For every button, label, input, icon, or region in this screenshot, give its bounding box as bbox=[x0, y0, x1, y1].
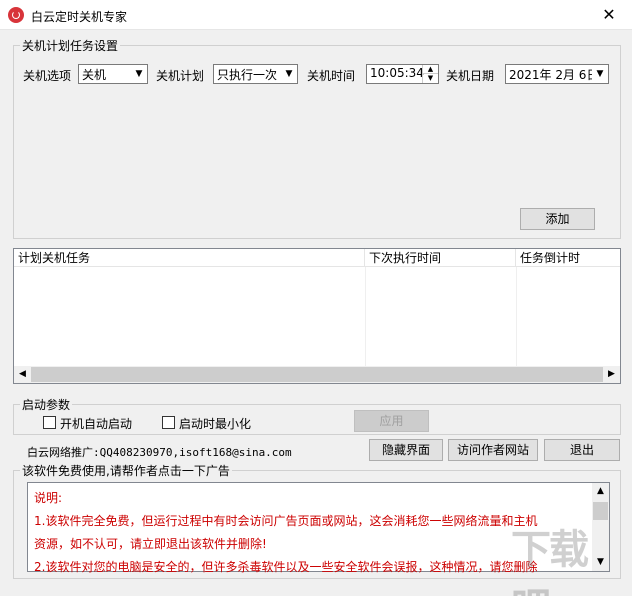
notice-line: 说明: bbox=[34, 491, 63, 505]
shutdown-date-label: 关机日期 bbox=[446, 69, 495, 83]
shutdown-time-value: 10:05:34 bbox=[370, 66, 424, 80]
auto-start-label: 开机自动启动 bbox=[60, 417, 133, 431]
column-header-next-run[interactable]: 下次执行时间 bbox=[365, 249, 516, 267]
shutdown-plan-value: 只执行一次 bbox=[217, 68, 278, 82]
notice-line: 资源，如不认可，请立即退出该软件并删除! bbox=[34, 537, 267, 551]
startup-group-label: 启动参数 bbox=[20, 396, 73, 413]
column-header-countdown[interactable]: 任务倒计时 bbox=[516, 249, 606, 267]
chevron-down-icon: ▼ bbox=[281, 65, 297, 83]
promo-text: 白云网络推广:QQ408230970,isoft168@sina.com bbox=[27, 446, 292, 459]
scroll-thumb[interactable] bbox=[31, 367, 603, 382]
notice-line: 1.该软件完全免费，但运行过程中有时会访问广告页面或网站，这会消耗您一些网络流量… bbox=[34, 514, 538, 528]
column-divider bbox=[516, 267, 517, 366]
task-table[interactable]: 计划关机任务 下次执行时间 任务倒计时 ◀ ▶ bbox=[13, 248, 621, 384]
minimize-on-start-label: 启动时最小化 bbox=[179, 417, 252, 431]
spin-down-icon[interactable]: ▼ bbox=[422, 74, 438, 83]
shutdown-option-value: 关机 bbox=[82, 68, 107, 82]
notice-line: 2.该软件对您的电脑是安全的，但许多杀毒软件以及一些安全软件会误报，这种情况，请… bbox=[34, 560, 538, 574]
shutdown-date-value: 2021年 2月 6日 bbox=[509, 68, 599, 82]
notice-text: 说明: 1.该软件完全免费，但运行过程中有时会访问广告页面或网站，这会消耗您一些… bbox=[34, 487, 594, 579]
add-task-button[interactable]: 添加 bbox=[520, 208, 595, 230]
shutdown-date-picker[interactable]: 2021年 2月 6日 ▼ bbox=[505, 64, 609, 84]
shutdown-plan-select[interactable]: 只执行一次 ▼ bbox=[213, 64, 298, 84]
shutdown-plan-label: 关机计划 bbox=[156, 69, 205, 83]
task-settings-group-label: 关机计划任务设置 bbox=[20, 37, 121, 54]
close-button[interactable]: ✕ bbox=[586, 0, 632, 30]
shutdown-time-label: 关机时间 bbox=[307, 69, 356, 83]
watermark-logo: 下载吧 bbox=[511, 527, 589, 596]
scroll-up-icon[interactable]: ▲ bbox=[592, 483, 609, 500]
title-bar: 白云定时关机专家 ✕ bbox=[0, 0, 632, 30]
apply-button[interactable]: 应用 bbox=[354, 410, 429, 432]
table-header: 计划关机任务 下次执行时间 任务倒计时 bbox=[14, 249, 620, 267]
scroll-right-icon[interactable]: ▶ bbox=[603, 366, 620, 383]
spin-up-icon[interactable]: ▲ bbox=[422, 65, 438, 74]
column-divider bbox=[365, 267, 366, 366]
shutdown-time-input[interactable]: 10:05:34 ▲ ▼ bbox=[366, 64, 439, 84]
scroll-left-icon[interactable]: ◀ bbox=[14, 366, 31, 383]
horizontal-scrollbar[interactable]: ◀ ▶ bbox=[14, 366, 620, 383]
hide-window-button[interactable]: 隐藏界面 bbox=[369, 439, 443, 461]
auto-start-checkbox[interactable] bbox=[43, 416, 56, 429]
window-title: 白云定时关机专家 bbox=[31, 10, 128, 24]
app-power-icon bbox=[8, 7, 24, 23]
notice-group-label: 该软件免费使用,请帮作者点击一下广告 bbox=[20, 462, 232, 479]
chevron-down-icon: ▼ bbox=[131, 65, 147, 83]
exit-button[interactable]: 退出 bbox=[544, 439, 620, 461]
minimize-on-start-checkbox[interactable] bbox=[162, 416, 175, 429]
chevron-down-icon: ▼ bbox=[592, 65, 608, 83]
shutdown-option-label: 关机选项 bbox=[23, 69, 72, 83]
shutdown-option-select[interactable]: 关机 ▼ bbox=[78, 64, 148, 84]
visit-author-site-button[interactable]: 访问作者网站 bbox=[448, 439, 538, 461]
column-header-task[interactable]: 计划关机任务 bbox=[14, 249, 365, 267]
